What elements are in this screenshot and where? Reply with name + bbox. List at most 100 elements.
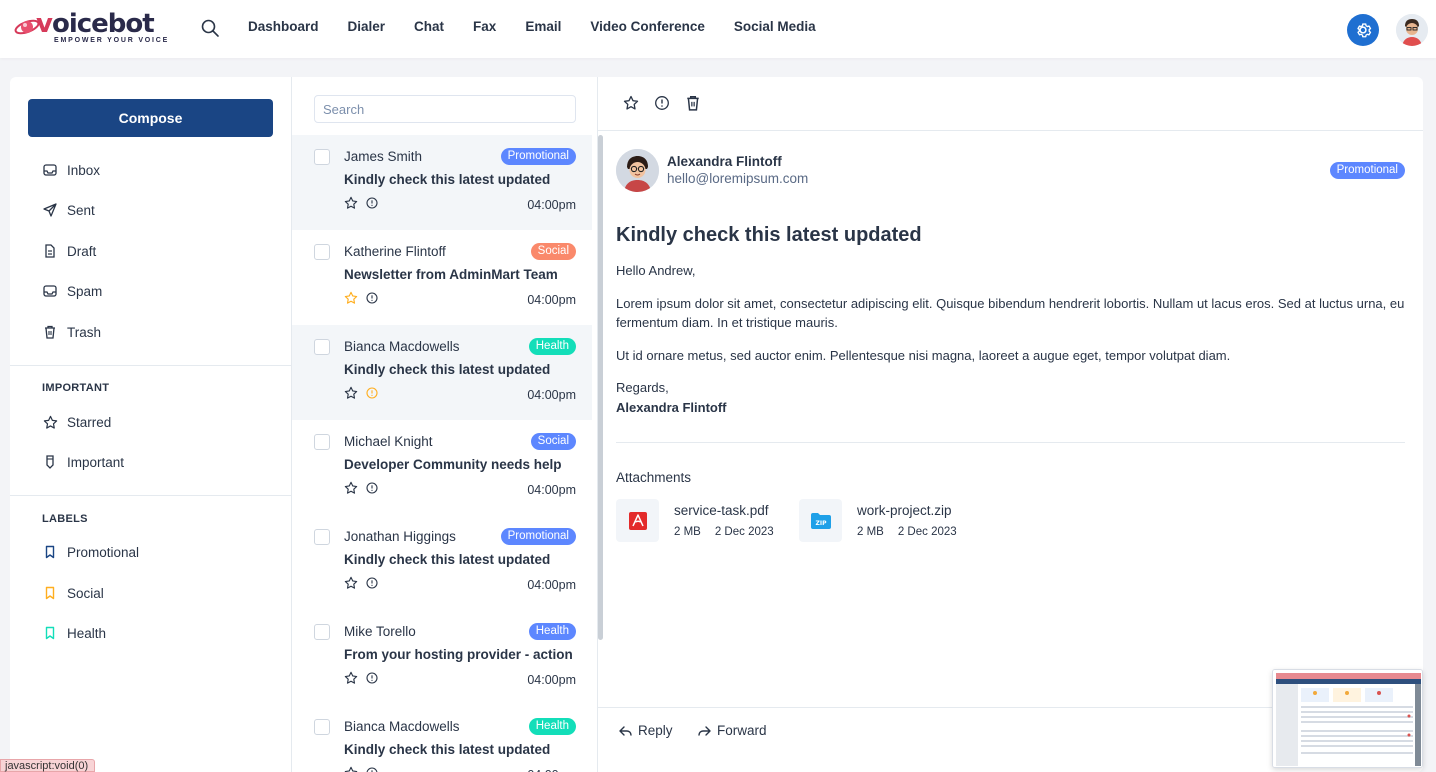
email-select-checkbox[interactable] bbox=[314, 149, 330, 165]
alert-circle-icon[interactable] bbox=[366, 482, 378, 494]
alert-circle-icon[interactable] bbox=[366, 767, 378, 772]
star-icon[interactable] bbox=[344, 386, 358, 400]
nav-video-conference[interactable]: Video Conference bbox=[590, 19, 705, 34]
star-icon[interactable] bbox=[623, 95, 639, 111]
email-list-item[interactable]: Katherine Flintoff Social Newsletter from … bbox=[292, 230, 592, 325]
email-list-item[interactable]: Bianca Macdowells Health Kindly check this… bbox=[292, 705, 592, 772]
email-subject: Newsletter from AdminMart Team bbox=[344, 267, 558, 282]
reply-label: Reply bbox=[638, 723, 673, 738]
sidebar-item-label: Promotional bbox=[67, 544, 140, 560]
email-select-checkbox[interactable] bbox=[314, 529, 330, 545]
search-icon[interactable] bbox=[200, 18, 220, 38]
sidebar-divider bbox=[10, 365, 291, 366]
star-icon[interactable] bbox=[344, 196, 358, 210]
nav-fax[interactable]: Fax bbox=[473, 19, 496, 34]
user-avatar[interactable] bbox=[1396, 14, 1428, 46]
email-time: 04:00pm bbox=[527, 673, 576, 687]
settings-button[interactable] bbox=[1347, 14, 1379, 46]
alert-circle-icon[interactable] bbox=[366, 577, 378, 589]
attachment-name: service-task.pdf bbox=[674, 503, 769, 518]
star-icon[interactable] bbox=[344, 766, 358, 772]
attachment-meta: 2 MB 2 Dec 2023 bbox=[857, 526, 971, 538]
star-icon[interactable] bbox=[344, 576, 358, 590]
email-list-item[interactable]: Bianca Macdowells Health Kindly check this… bbox=[292, 325, 592, 420]
email-select-checkbox[interactable] bbox=[314, 339, 330, 355]
attachment-size: 2 MB bbox=[857, 526, 884, 538]
alert-circle-icon[interactable] bbox=[366, 672, 378, 684]
attachments-title: Attachments bbox=[616, 470, 692, 485]
attachment-date: 2 Dec 2023 bbox=[714, 526, 774, 538]
forward-icon bbox=[698, 725, 711, 736]
sender-name: Alexandra Flintoff bbox=[667, 154, 782, 169]
email-subject: From your hosting provider - action bbox=[344, 647, 573, 662]
forward-button[interactable]: Forward bbox=[698, 723, 767, 738]
reading-pane: Alexandra Flintoff hello@loremipsum.com … bbox=[598, 77, 1423, 772]
labels-heading: LABELS bbox=[42, 513, 88, 525]
sender-avatar-icon bbox=[616, 149, 659, 192]
email-list-item[interactable]: Jonathan Higgings Promotional Kindly check… bbox=[292, 515, 592, 610]
top-header: voicebot EMPOWER YOUR VOICE Dashboard Di… bbox=[0, 0, 1436, 58]
email-select-checkbox[interactable] bbox=[314, 434, 330, 450]
sidebar-item-social[interactable]: Social bbox=[42, 583, 104, 603]
sender-avatar bbox=[616, 149, 659, 192]
alert-circle-icon[interactable] bbox=[366, 292, 378, 304]
sidebar-item-spam[interactable]: Spam bbox=[42, 281, 102, 301]
search-input[interactable] bbox=[314, 95, 576, 123]
important-heading: IMPORTANT bbox=[42, 382, 110, 394]
email-list: James Smith Promotional Kindly check this … bbox=[292, 135, 592, 772]
email-select-checkbox[interactable] bbox=[314, 624, 330, 640]
alert-circle-icon[interactable] bbox=[654, 95, 670, 111]
email-subject: Kindly check this latest updated bbox=[344, 362, 551, 377]
star-icon[interactable] bbox=[344, 481, 358, 495]
user-avatar-icon bbox=[1396, 14, 1428, 46]
screen-share-preview[interactable] bbox=[1272, 669, 1423, 768]
zip-file-tile: ZIP bbox=[799, 499, 842, 542]
alert-circle-icon[interactable] bbox=[366, 197, 378, 209]
nav-dialer[interactable]: Dialer bbox=[348, 19, 386, 34]
email-sender: James Smith bbox=[344, 149, 423, 164]
attachment-name: work-project.zip bbox=[857, 503, 952, 518]
email-sender: Jonathan Higgings bbox=[344, 529, 456, 544]
badge-icon bbox=[42, 454, 58, 470]
email-select-checkbox[interactable] bbox=[314, 719, 330, 735]
label-badge: Social bbox=[530, 433, 576, 450]
nav-chat[interactable]: Chat bbox=[414, 19, 444, 34]
email-subject: Kindly check this latest updated bbox=[344, 742, 551, 757]
email-list-item[interactable]: Mike Torello Health From your hosting prov… bbox=[292, 610, 592, 705]
sidebar-item-starred[interactable]: Starred bbox=[42, 412, 111, 432]
trash-icon[interactable] bbox=[685, 95, 701, 111]
email-select-checkbox[interactable] bbox=[314, 244, 330, 260]
email-list-item[interactable]: James Smith Promotional Kindly check this … bbox=[292, 135, 592, 230]
sidebar-item-label: Inbox bbox=[67, 162, 101, 178]
email-sender: Bianca Macdowells bbox=[344, 719, 460, 734]
nav-email[interactable]: Email bbox=[525, 19, 561, 34]
nav-social-media[interactable]: Social Media bbox=[734, 19, 816, 34]
sidebar-item-important[interactable]: Important bbox=[42, 452, 124, 472]
email-app-card: Compose Inbox Sent Draft Spam Trash IMPO… bbox=[10, 77, 1423, 772]
compose-button[interactable]: Compose bbox=[28, 99, 273, 137]
trash-icon bbox=[42, 324, 58, 340]
attachment-meta: 2 MB 2 Dec 2023 bbox=[674, 526, 788, 538]
star-icon[interactable] bbox=[344, 291, 358, 305]
sidebar-item-draft[interactable]: Draft bbox=[42, 241, 96, 261]
gear-icon bbox=[1357, 23, 1372, 38]
sidebar-item-health[interactable]: Health bbox=[42, 623, 106, 643]
bookmark-icon bbox=[42, 544, 58, 560]
email-subject: Kindly check this latest updated bbox=[344, 552, 551, 567]
main-nav: Dashboard Dialer Chat Fax Email Video Co… bbox=[248, 19, 845, 34]
sidebar-item-inbox[interactable]: Inbox bbox=[42, 160, 100, 180]
email-time: 04:00pm bbox=[527, 578, 576, 592]
reply-button[interactable]: Reply bbox=[619, 723, 673, 738]
email-list-item[interactable]: Michael Knight Social Developer Community … bbox=[292, 420, 592, 515]
sidebar-item-trash[interactable]: Trash bbox=[42, 322, 101, 342]
brand-logo[interactable]: voicebot EMPOWER YOUR VOICE bbox=[14, 9, 174, 46]
sidebar-item-promotional[interactable]: Promotional bbox=[42, 542, 139, 562]
email-sender: Katherine Flintoff bbox=[344, 244, 446, 259]
sidebar-item-label: Draft bbox=[67, 243, 97, 259]
email-time: 04:00pm bbox=[527, 388, 576, 402]
email-time: 04:00pm bbox=[527, 293, 576, 307]
nav-dashboard[interactable]: Dashboard bbox=[248, 19, 319, 34]
star-icon[interactable] bbox=[344, 671, 358, 685]
sidebar-item-sent[interactable]: Sent bbox=[42, 200, 95, 220]
alert-circle-icon[interactable] bbox=[366, 387, 378, 399]
